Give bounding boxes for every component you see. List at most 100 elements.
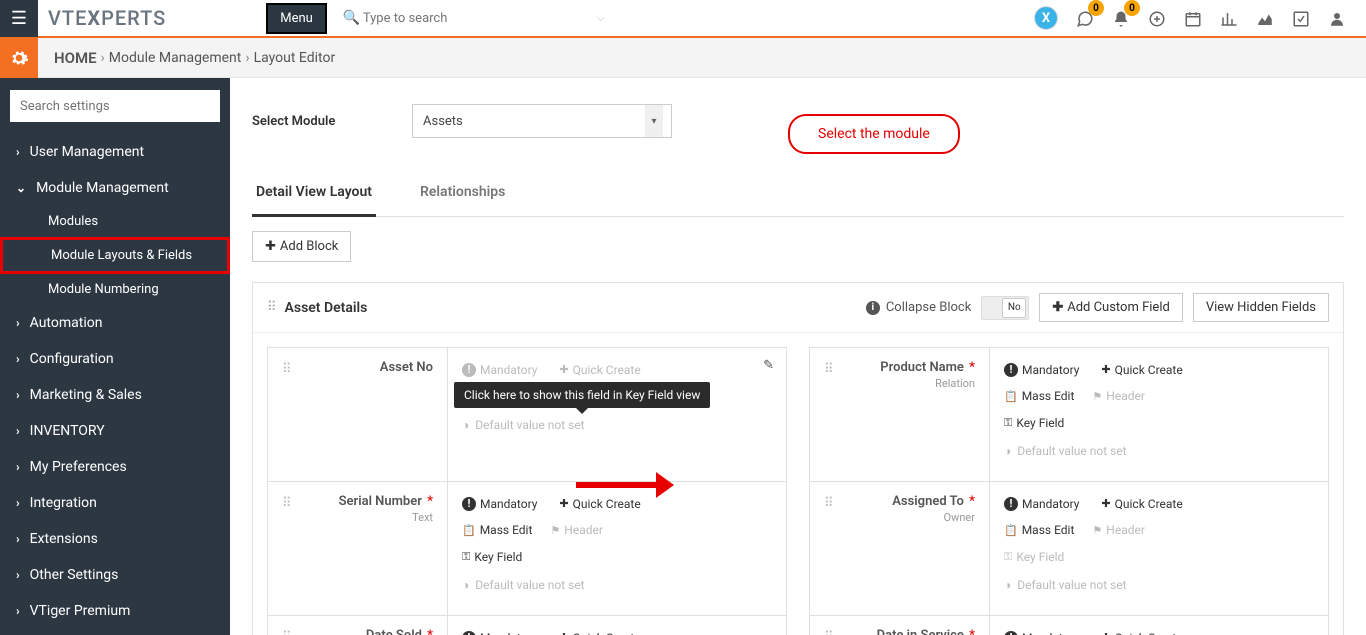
quick-create-option[interactable]: ✚ Quick Create bbox=[559, 631, 640, 635]
chevron-right-icon: › bbox=[16, 568, 20, 582]
menu-button[interactable]: Menu bbox=[266, 3, 327, 34]
mass-edit-option[interactable]: 📋 Mass Edit bbox=[1004, 523, 1074, 537]
mandatory-option[interactable]: ! Mandatory bbox=[1004, 497, 1079, 511]
field-column-left: ⠿ Asset No ✎ ! Mandatory ✚ Quick Create … bbox=[267, 347, 787, 635]
calendar-icon[interactable] bbox=[1184, 8, 1202, 28]
company-avatar[interactable]: X bbox=[1034, 6, 1058, 30]
chevron-right-icon: › bbox=[16, 460, 20, 474]
field-label-cell: ⠿ Product Name * Relation bbox=[810, 348, 990, 481]
default-value: ◑ Default value not set bbox=[1004, 444, 1314, 458]
collapse-toggle[interactable]: No bbox=[981, 296, 1029, 320]
quick-create-option[interactable]: ✚ Quick Create bbox=[559, 497, 640, 511]
field-row: ⠿ Asset No ✎ ! Mandatory ✚ Quick Create … bbox=[268, 348, 786, 482]
add-block-button[interactable]: ✚ Add Block bbox=[252, 231, 351, 262]
gear-icon[interactable] bbox=[0, 38, 38, 78]
block-header: ⠿ Asset Details i Collapse Block No ✚Add… bbox=[253, 283, 1343, 333]
settings-search-wrap bbox=[10, 90, 220, 122]
circle-icon: ◑ bbox=[462, 418, 469, 432]
module-select[interactable]: Assets ▾ bbox=[412, 104, 672, 138]
select-module-label: Select Module bbox=[252, 114, 412, 129]
field-label-cell: ⠿ Date in Service * Date bbox=[810, 616, 990, 635]
field-row: ⠿ Serial Number * Text ! Mandatory ✚ Qui… bbox=[268, 482, 786, 616]
bar-chart-icon[interactable] bbox=[1220, 8, 1238, 28]
tab-relationships[interactable]: Relationships bbox=[416, 174, 509, 216]
plus-icon: ✚ bbox=[1101, 363, 1110, 376]
sidebar-item-integration[interactable]: ›Integration bbox=[0, 485, 230, 521]
field-label-cell: ⠿ Asset No bbox=[268, 348, 448, 481]
quick-create-option[interactable]: ✚ Quick Create bbox=[559, 363, 640, 377]
chevron-down-icon: ⌄ bbox=[16, 181, 26, 195]
sidebar-item-user-management[interactable]: ›User Management bbox=[0, 134, 230, 170]
circle-icon: ◑ bbox=[462, 578, 469, 592]
mandatory-option[interactable]: ! Mandatory bbox=[462, 363, 537, 377]
settings-search-input[interactable] bbox=[10, 90, 220, 122]
flag-icon: ⚑ bbox=[550, 524, 560, 537]
field-row: ⠿ Date in Service * Date ! Mandatory ✚ Q… bbox=[810, 616, 1328, 635]
drag-handle-icon[interactable]: ⠿ bbox=[824, 496, 834, 511]
key-icon: ⚿ bbox=[1004, 550, 1012, 564]
mandatory-option[interactable]: ! Mandatory bbox=[1004, 363, 1079, 377]
sidebar-item-automation[interactable]: ›Automation bbox=[0, 305, 230, 341]
drag-handle-icon[interactable]: ⠿ bbox=[282, 362, 292, 377]
mass-edit-option[interactable]: 📋 Mass Edit bbox=[462, 523, 532, 537]
logo-suffix: PERTS bbox=[101, 6, 166, 30]
plus-circle-icon[interactable] bbox=[1148, 8, 1166, 28]
key-icon: ⚿ bbox=[462, 550, 470, 564]
info-icon: ! bbox=[1004, 497, 1018, 511]
header-option[interactable]: ⚑ Header bbox=[1092, 523, 1145, 537]
drag-handle-icon[interactable]: ⠿ bbox=[824, 362, 834, 377]
sidebar-item-configuration[interactable]: ›Configuration bbox=[0, 341, 230, 377]
sidebar-sub-layouts-fields[interactable]: Module Layouts & Fields bbox=[0, 237, 230, 274]
search-input[interactable] bbox=[335, 3, 615, 33]
default-value: ◑ Default value not set bbox=[462, 578, 772, 592]
header-option[interactable]: ⚑ Header bbox=[1092, 389, 1145, 403]
key-field-option[interactable]: ⚿ Key Field bbox=[1004, 550, 1064, 564]
mandatory-option[interactable]: ! Mandatory bbox=[462, 497, 537, 511]
field-type: Owner bbox=[844, 511, 975, 524]
chat-badge: 0 bbox=[1088, 0, 1104, 16]
drag-handle-icon[interactable]: ⠿ bbox=[824, 630, 834, 635]
sidebar-item-extensions[interactable]: ›Extensions bbox=[0, 521, 230, 557]
bell-icon[interactable]: 0 bbox=[1112, 8, 1130, 28]
field-options: ! Mandatory ✚ Quick Create 📋 Mass Edit ⚑ … bbox=[448, 482, 786, 615]
drag-handle-icon[interactable]: ⠿ bbox=[267, 300, 277, 315]
sidebar-item-other-settings[interactable]: ›Other Settings bbox=[0, 557, 230, 593]
sidebar-item-inventory[interactable]: ›INVENTORY bbox=[0, 413, 230, 449]
quick-create-option[interactable]: ✚ Quick Create bbox=[1101, 631, 1182, 635]
sidebar-item-my-preferences[interactable]: ›My Preferences bbox=[0, 449, 230, 485]
quick-create-option[interactable]: ✚ Quick Create bbox=[1101, 497, 1182, 511]
sidebar-item-vtiger-premium[interactable]: ›VTiger Premium bbox=[0, 593, 230, 629]
drag-handle-icon[interactable]: ⠿ bbox=[282, 630, 292, 635]
chevron-right-icon: › bbox=[16, 145, 20, 159]
header-option[interactable]: ⚑ Header bbox=[550, 523, 603, 537]
key-field-option[interactable]: ⚿ Key Field bbox=[462, 550, 522, 564]
sidebar-sub-numbering[interactable]: Module Numbering bbox=[0, 274, 230, 305]
mandatory-option[interactable]: ! Mandatory bbox=[1004, 631, 1079, 635]
key-field-option[interactable]: ⚿ Key Field bbox=[1004, 416, 1064, 430]
breadcrumb-home[interactable]: HOME bbox=[54, 49, 97, 67]
breadcrumb-lvl1[interactable]: Module Management bbox=[109, 50, 242, 66]
sidebar-item-module-management[interactable]: ⌄Module Management bbox=[0, 170, 230, 206]
area-chart-icon[interactable] bbox=[1256, 8, 1274, 28]
sidebar-sub-modules[interactable]: Modules bbox=[0, 206, 230, 237]
bell-badge: 0 bbox=[1124, 0, 1140, 16]
add-custom-field-button[interactable]: ✚Add Custom Field bbox=[1039, 293, 1183, 322]
search-dropdown-icon[interactable]: ⌵ bbox=[596, 11, 604, 25]
hamburger-icon[interactable]: ☰ bbox=[0, 0, 38, 37]
field-name: Assigned To * bbox=[844, 494, 975, 509]
drag-handle-icon[interactable]: ⠿ bbox=[282, 496, 292, 511]
mass-edit-option[interactable]: 📋 Mass Edit bbox=[1004, 389, 1074, 403]
field-type: Text bbox=[302, 511, 433, 524]
info-icon: ! bbox=[462, 497, 476, 511]
mandatory-option[interactable]: ! Mandatory bbox=[462, 631, 537, 635]
field-name: Product Name * bbox=[844, 360, 975, 375]
sidebar-item-marketing-sales[interactable]: ›Marketing & Sales bbox=[0, 377, 230, 413]
view-hidden-fields-button[interactable]: View Hidden Fields bbox=[1193, 293, 1329, 322]
field-row: ⠿ Assigned To * Owner ! Mandatory ✚ Quic… bbox=[810, 482, 1328, 616]
chat-icon[interactable]: 0 bbox=[1076, 8, 1094, 28]
logo: VTEXPERTS bbox=[48, 6, 166, 30]
user-icon[interactable] bbox=[1328, 8, 1346, 28]
quick-create-option[interactable]: ✚ Quick Create bbox=[1101, 363, 1182, 377]
tab-detail-view[interactable]: Detail View Layout bbox=[252, 174, 376, 217]
check-box-icon[interactable] bbox=[1292, 8, 1310, 28]
